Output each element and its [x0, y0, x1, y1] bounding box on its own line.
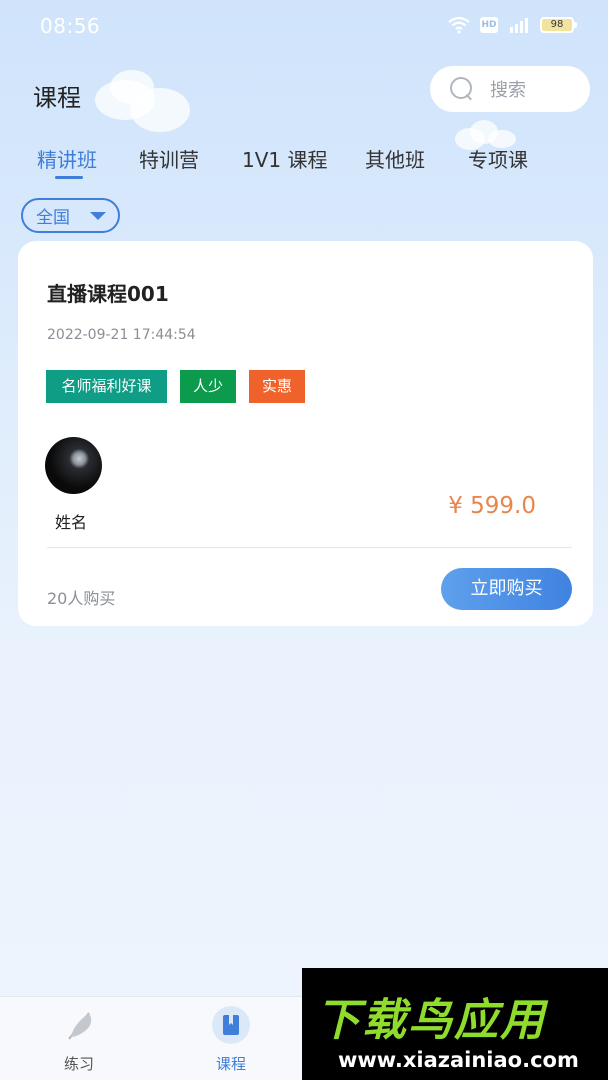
tab-special[interactable]: 专项课 [468, 144, 528, 173]
signal-icon [508, 16, 530, 34]
region-label: 全国 [36, 208, 70, 228]
teacher-name: 姓名 [55, 513, 88, 532]
buy-now-button[interactable]: 立即购买 [441, 568, 572, 610]
status-bar: 08:56 HD 98 [0, 0, 608, 54]
course-tag: 名师福利好课 [46, 370, 167, 403]
nav-label: 练习 [63, 1055, 94, 1073]
course-tag: 实惠 [249, 370, 305, 403]
search-placeholder: 搜索 [490, 80, 526, 101]
tab-texunying[interactable]: 特训营 [139, 144, 199, 173]
tab-jingjiang[interactable]: 精讲班 [37, 144, 97, 173]
watermark-title: 下载鸟应用 [316, 995, 546, 1046]
page-title: 课程 [33, 84, 81, 112]
divider [47, 547, 572, 548]
cloud-decoration [110, 70, 154, 104]
nav-label: 课程 [215, 1055, 246, 1073]
tab-other[interactable]: 其他班 [365, 144, 425, 173]
course-price: ¥ 599.0 [448, 493, 536, 519]
active-tab-indicator [55, 176, 83, 179]
book-icon [211, 1005, 251, 1045]
buy-count: 20人购买 [47, 589, 116, 608]
watermark-url: www.xiazainiao.com [338, 1048, 579, 1072]
search-box[interactable]: 搜索 [430, 66, 590, 112]
region-filter-dropdown[interactable]: 全国 [21, 198, 120, 233]
feather-icon [59, 1005, 99, 1045]
course-title: 直播课程001 [47, 282, 169, 306]
watermark: 下载鸟应用 www.xiazainiao.com [302, 968, 608, 1080]
search-icon [450, 77, 474, 101]
course-tag: 人少 [180, 370, 236, 403]
teacher-avatar[interactable] [45, 437, 102, 494]
wifi-icon [448, 16, 470, 34]
nav-item-practice[interactable]: 练习 [39, 1005, 119, 1074]
nav-item-course[interactable]: 课程 [191, 1005, 271, 1074]
course-date: 2022-09-21 17:44:54 [47, 327, 196, 343]
tab-1v1[interactable]: 1V1 课程 [242, 144, 328, 173]
status-icons: HD 98 [448, 16, 577, 34]
hd-badge: HD [480, 17, 498, 33]
battery-icon: 98 [540, 17, 577, 33]
course-card[interactable]: 直播课程001 2022-09-21 17:44:54 名师福利好课 人少 实惠… [18, 241, 593, 626]
status-time: 08:56 [40, 14, 101, 38]
caret-down-icon [90, 211, 106, 220]
course-tabs: 精讲班 特训营 1V1 课程 其他班 专项课 [0, 140, 608, 184]
